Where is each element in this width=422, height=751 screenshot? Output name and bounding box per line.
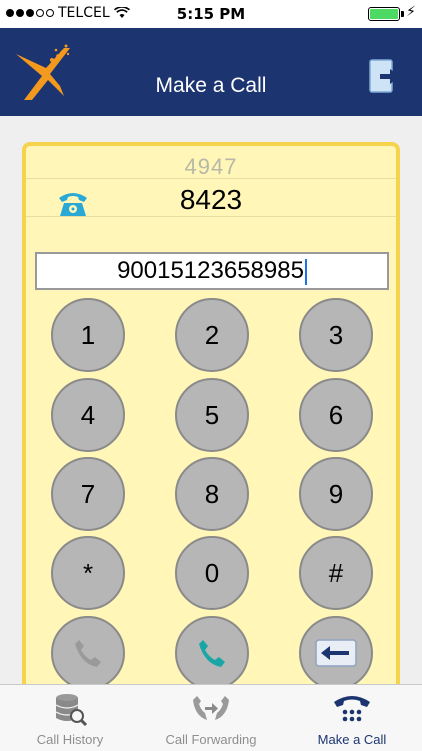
key-4[interactable]: 4	[51, 378, 125, 452]
phone-number-input[interactable]: 90015123658985	[35, 252, 389, 290]
tab-label-call-forwarding: Call Forwarding	[165, 732, 257, 747]
text-cursor	[304, 258, 307, 285]
key-8[interactable]: 8	[175, 457, 249, 531]
picker-divider	[26, 216, 396, 217]
tab-bar: Call History Call Forwarding Make a Call	[0, 684, 422, 751]
phone-handset-icon	[75, 640, 101, 667]
charging-icon: ⚡	[406, 4, 416, 20]
logout-button[interactable]	[368, 58, 402, 94]
call-handset-icon	[199, 640, 225, 667]
page-title: Make a Call	[155, 74, 267, 97]
call-forward-icon	[193, 696, 229, 720]
tab-call-history[interactable]: Call History	[0, 685, 140, 751]
key-5[interactable]: 5	[175, 378, 249, 452]
phone-number-value: 90015123658985	[117, 257, 304, 284]
battery-tip	[401, 11, 404, 17]
desk-phone-icon	[334, 696, 370, 722]
clock: 5:15 PM	[176, 5, 246, 23]
key-1[interactable]: 1	[51, 298, 125, 372]
picker-prev-value[interactable]: 4947	[26, 154, 396, 180]
key-3[interactable]: 3	[299, 298, 373, 372]
status-bar: TELCEL 5:15 PM ⚡	[0, 0, 422, 28]
backspace-icon	[315, 639, 357, 667]
tab-call-forwarding[interactable]: Call Forwarding	[141, 685, 281, 751]
dialer-panel: 4947 8423 90015123658985 1 2 3 4 5 6 7 8…	[22, 142, 400, 702]
picker-selected-value[interactable]: 8423	[26, 184, 396, 216]
battery-icon	[368, 7, 400, 21]
picker-divider	[26, 178, 396, 179]
call-button[interactable]	[175, 616, 249, 690]
app-header: Make a Call	[0, 28, 422, 116]
key-6[interactable]: 6	[299, 378, 373, 452]
key-9[interactable]: 9	[299, 457, 373, 531]
backspace-button[interactable]	[299, 616, 373, 690]
key-2[interactable]: 2	[175, 298, 249, 372]
hang-up-button[interactable]	[51, 616, 125, 690]
tab-label-call-history: Call History	[36, 732, 104, 747]
tab-label-make-a-call: Make a Call	[317, 732, 387, 747]
key-star[interactable]: *	[51, 536, 125, 610]
tab-make-a-call[interactable]: Make a Call	[282, 685, 422, 751]
key-hash[interactable]: #	[299, 536, 373, 610]
key-0[interactable]: 0	[175, 536, 249, 610]
key-7[interactable]: 7	[51, 457, 125, 531]
database-search-icon	[55, 694, 87, 726]
